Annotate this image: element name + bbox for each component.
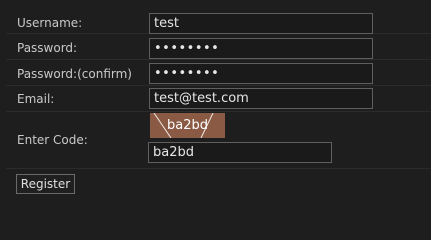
row-divider <box>6 59 431 60</box>
username-label: Username: <box>17 16 83 30</box>
row-divider <box>6 111 431 112</box>
password-confirm-input[interactable] <box>149 63 373 84</box>
username-input[interactable] <box>149 13 373 34</box>
password-label: Password: <box>17 41 78 55</box>
register-button[interactable]: Register <box>16 174 75 194</box>
password-confirm-label: Password:(confirm) <box>17 67 132 81</box>
code-input[interactable] <box>148 142 332 163</box>
email-label: Email: <box>17 92 55 106</box>
code-label: Enter Code: <box>17 133 88 147</box>
captcha-image: ba2bd <box>150 113 225 138</box>
captcha-text: ba2bd <box>167 118 208 133</box>
email-input[interactable] <box>149 88 373 109</box>
row-divider <box>6 168 431 169</box>
password-input[interactable] <box>149 38 373 59</box>
row-divider <box>6 85 431 86</box>
